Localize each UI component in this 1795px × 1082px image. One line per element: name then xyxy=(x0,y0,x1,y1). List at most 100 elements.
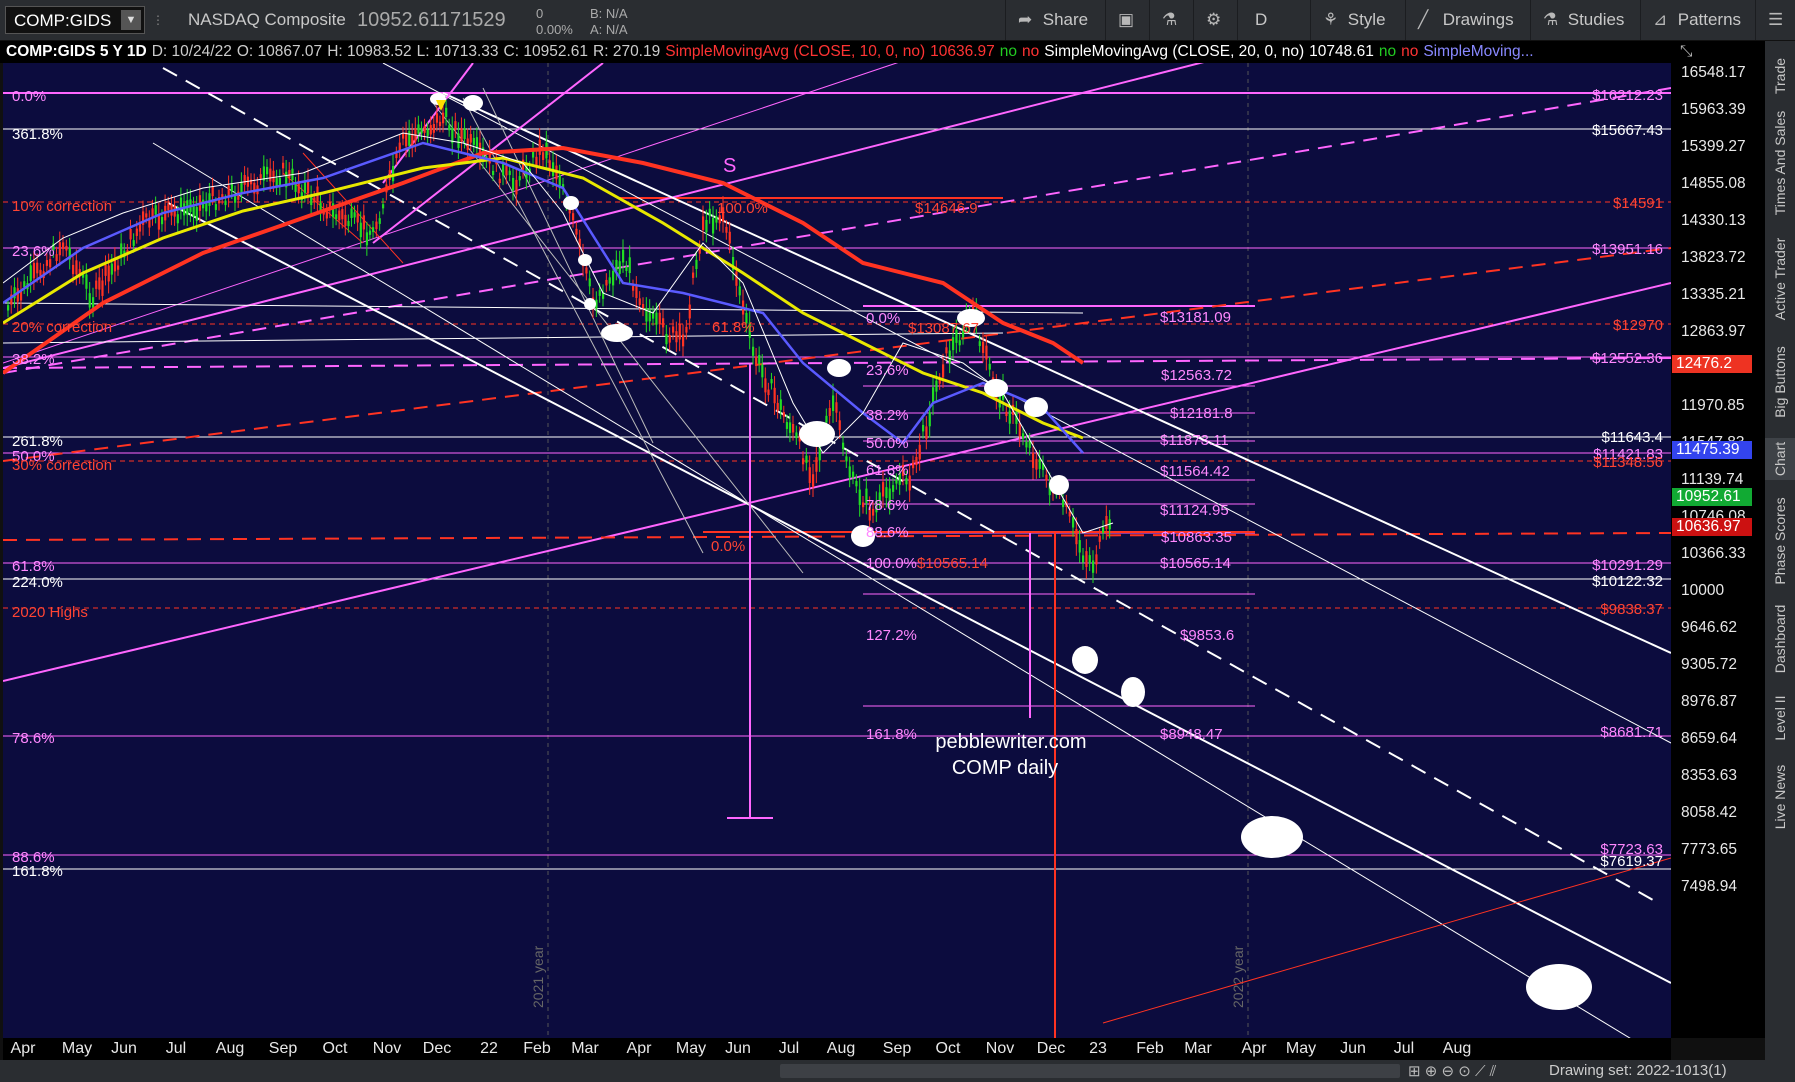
candle-body xyxy=(1008,410,1011,424)
candle-body xyxy=(668,335,671,343)
share-button[interactable]: ➦ Share xyxy=(1005,0,1105,40)
candle-body xyxy=(45,260,49,266)
candle-body xyxy=(492,170,495,176)
candle-body xyxy=(303,182,307,193)
sma10-label[interactable]: SimpleMovingAvg (CLOSE, 10, 0, no) xyxy=(665,43,925,60)
price-badge: 12476.2 xyxy=(1672,355,1752,373)
sma10-value: 10636.97 xyxy=(930,43,995,60)
bottom-scrollbar[interactable]: ⊞ ⊕ ⊖ ⊙ ⟋ ⫽ Drawing set: 2022-1013(1) xyxy=(0,1060,1765,1082)
candle-body xyxy=(672,326,675,333)
target-ellipse xyxy=(984,379,1008,397)
candle-body xyxy=(132,240,135,246)
candle-body xyxy=(85,274,88,289)
scroll-thumb[interactable] xyxy=(780,1064,1400,1078)
candle-body xyxy=(341,209,344,220)
flask-button[interactable]: ⚗ xyxy=(1149,0,1193,40)
candle-body xyxy=(682,334,685,347)
x-tick-label: May xyxy=(61,1040,93,1057)
candle-body xyxy=(542,152,545,160)
tab-times-and-sales[interactable]: Times And Sales xyxy=(1765,110,1795,215)
drawings-button[interactable]: ╱ Drawings xyxy=(1405,0,1530,40)
fib-label: 0.0% xyxy=(866,310,900,327)
price-axis[interactable]: 16548.17 15963.39 15399.27 14855.08 14330.13… xyxy=(1671,63,1765,1038)
candle-body xyxy=(842,442,845,449)
link-icon[interactable]: ⋮ xyxy=(152,0,164,40)
y-tick-label: 11139.74 xyxy=(1681,471,1744,488)
fib-label: 38.2% xyxy=(866,407,909,424)
menu-button[interactable]: ☰ xyxy=(1755,0,1795,40)
candle-body xyxy=(101,280,104,296)
drawing-set-label[interactable]: Drawing set: 2022-1013(1) xyxy=(1549,1062,1727,1079)
candle-body xyxy=(145,213,148,218)
camera-button[interactable]: ▣ xyxy=(1105,0,1149,40)
fib-label: $13087.67 xyxy=(908,320,979,337)
tab-level-ii[interactable]: Level II xyxy=(1765,690,1795,745)
candle-body xyxy=(808,467,811,484)
tab-chart[interactable]: Chart xyxy=(1765,438,1795,480)
right-level-label: $8681.71 xyxy=(1600,724,1663,741)
candle-body xyxy=(658,312,661,325)
y-tick-label: 13823.72 xyxy=(1681,249,1746,266)
candle-body xyxy=(117,265,120,270)
candle-body xyxy=(625,266,628,271)
fib-label: 0.0% xyxy=(711,538,745,555)
candle-body xyxy=(454,121,457,130)
info-range: R: 270.19 xyxy=(593,43,661,60)
candle-body xyxy=(62,242,65,250)
share-label: Share xyxy=(1042,10,1089,29)
price-chart[interactable]: 2021 year 2022 year 0.0% 361.8% 10% correc… xyxy=(1,0,1672,1064)
candle-body xyxy=(75,260,78,275)
tab-big-buttons[interactable]: Big Buttons xyxy=(1765,343,1795,420)
x-tick-label: Nov xyxy=(985,1040,1015,1057)
fib-label: 127.2% xyxy=(866,627,917,644)
sma20-label[interactable]: SimpleMovingAvg (CLOSE, 20, 0, no) xyxy=(1044,43,1304,60)
candle-body xyxy=(1098,535,1101,542)
settings-button[interactable]: ⚙ xyxy=(1193,0,1237,40)
style-button[interactable]: ⚘ Style xyxy=(1310,0,1405,40)
camera-icon: ▣ xyxy=(1118,10,1135,29)
fib-label: 100.0% xyxy=(866,555,917,572)
symbol-input[interactable]: COMP:GIDS ▼ xyxy=(5,6,145,34)
tab-trade[interactable]: Trade xyxy=(1765,41,1795,110)
candle-body xyxy=(195,206,198,221)
candle-body xyxy=(442,112,445,124)
candle-body xyxy=(815,457,818,472)
candle-body xyxy=(435,113,439,123)
tab-live-news[interactable]: Live News xyxy=(1765,764,1795,829)
candle-body xyxy=(665,334,668,345)
tab-dashboard[interactable]: Dashboard xyxy=(1765,603,1795,675)
patterns-button[interactable]: ⊿ Patterns xyxy=(1640,0,1755,40)
tab-label: Trade xyxy=(1772,57,1788,94)
target-ellipse xyxy=(1024,397,1048,417)
candle-body xyxy=(335,214,338,219)
right-level-label: $10291.29 xyxy=(1592,557,1663,574)
target-ellipse xyxy=(1526,964,1592,1010)
x-tick-label: Jul xyxy=(165,1040,187,1057)
period-button[interactable]: D xyxy=(1237,0,1287,40)
target-ellipse xyxy=(584,298,596,310)
candle-body xyxy=(1062,499,1065,508)
expand-icon[interactable]: ⤡ xyxy=(1680,41,1692,63)
candle-body xyxy=(935,380,938,392)
candle-body xyxy=(632,286,635,291)
scroll-icons[interactable]: ⊞ ⊕ ⊖ ⊙ ⟋ ⫽ xyxy=(1408,1062,1496,1080)
chart-canvas[interactable]: 2021 year 2022 year 0.0% 361.8% 10% correc… xyxy=(1,0,1672,1064)
candle-body xyxy=(382,204,385,209)
x-tick-label: Jun xyxy=(1340,1040,1366,1057)
candle-body xyxy=(243,175,246,185)
chart-title: COMP:GIDS 5 Y 1D xyxy=(6,43,147,60)
candle-body xyxy=(925,426,928,440)
sma-more-label[interactable]: SimpleMoving... xyxy=(1423,43,1533,60)
studies-button[interactable]: ⚗ Studies xyxy=(1530,0,1640,40)
tab-label: Phase Scores xyxy=(1772,497,1788,585)
tab-phase-scores[interactable]: Phase Scores xyxy=(1765,497,1795,585)
chevron-down-icon[interactable]: ▼ xyxy=(121,10,141,30)
sma10-flag-2: no xyxy=(1022,43,1040,60)
tab-active-trader[interactable]: Active Trader xyxy=(1765,232,1795,325)
candle-body xyxy=(1005,411,1008,417)
candle-body xyxy=(858,489,861,505)
candle-body xyxy=(176,214,179,224)
candle-body xyxy=(65,245,68,251)
candle-body xyxy=(942,364,945,378)
time-axis[interactable]: Apr May Jun Jul Aug Sep Oct Nov Dec 22 Feb Mar Apr Ma… xyxy=(3,1038,1671,1060)
